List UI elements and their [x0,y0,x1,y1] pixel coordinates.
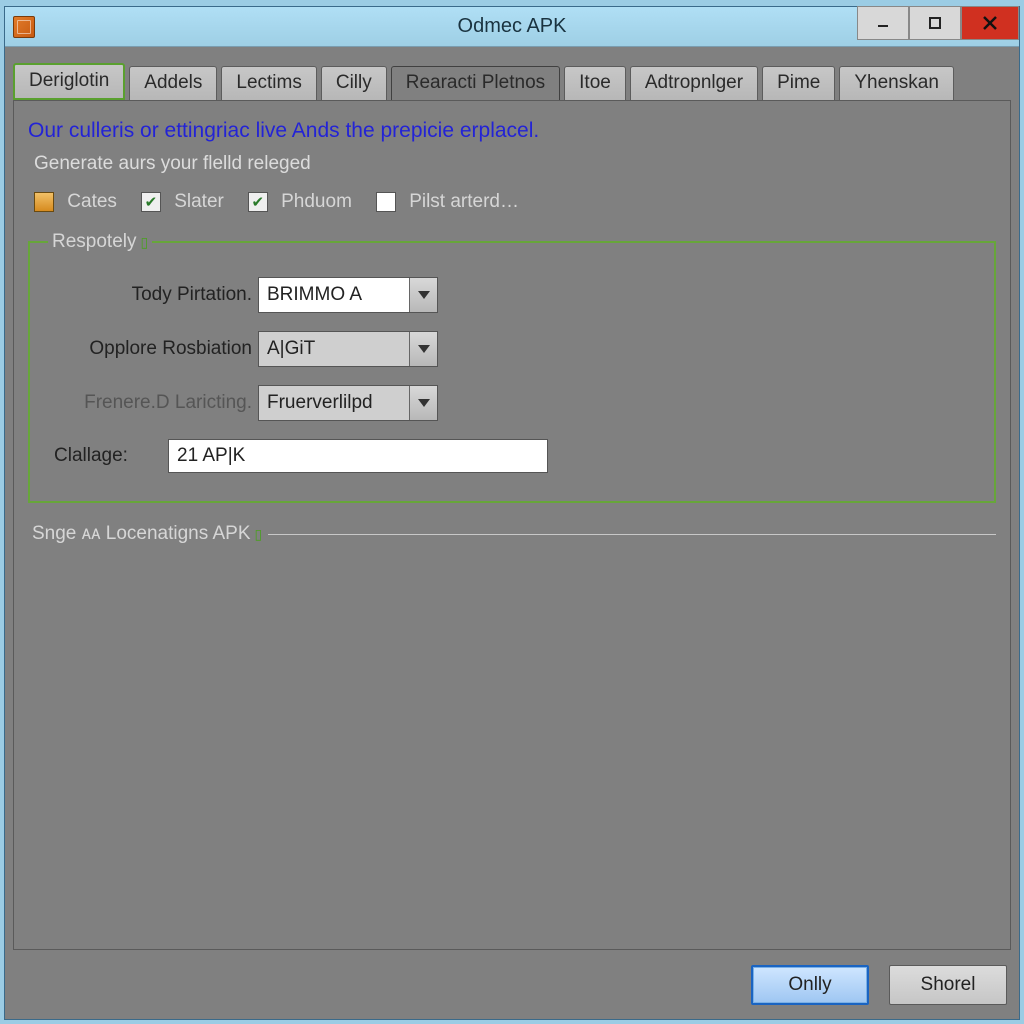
minimize-button[interactable] [857,6,909,40]
tab-addels[interactable]: Addels [129,66,217,100]
info-icon: ▯ [141,234,149,250]
opplore-combo[interactable]: A|GiT [258,331,438,367]
checkbox-icon: ✔ [376,192,396,212]
phduom-item[interactable]: ✔ Phduom [248,191,352,213]
tody-value: BRIMMO A [259,278,409,312]
checkbox-icon: ✔ [248,192,268,212]
respotely-legend: Respotely▯ [48,231,152,253]
clallage-row: Clallage: [48,439,976,473]
chevron-down-icon[interactable] [409,386,437,420]
chevron-down-icon[interactable] [409,278,437,312]
tab-lectims[interactable]: Lectims [221,66,316,100]
window-buttons [857,7,1019,46]
folder-icon [34,192,54,212]
frenere-row: Frenere.D Laricting. Fruerverlilpd [48,385,976,421]
pilst-item[interactable]: ✔ Pilst arterd… [376,191,519,213]
tab-cilly[interactable]: Cilly [321,66,387,100]
footer-buttons: Onlly Shorel [751,965,1007,1005]
pilst-label: Pilst arterd… [409,191,519,212]
chevron-down-icon[interactable] [409,332,437,366]
info-icon: ▯ [255,526,263,542]
opplore-row: Opplore Rosbiation A|GiT [48,331,976,367]
tab-content: Our culleris or ettingriac live Ands the… [13,100,1011,950]
maximize-button[interactable] [909,6,961,40]
tab-adtropnlger[interactable]: Adtropnlger [630,66,758,100]
content-heading: Our culleris or ettingriac live Ands the… [28,119,996,143]
content-subheading: Generate aurs your flelld releged [34,153,996,175]
close-button[interactable] [961,6,1019,40]
shorel-button[interactable]: Shorel [889,965,1007,1005]
app-window: Odmec APK Deriglotin Addels Lectims Cill… [4,6,1020,1020]
tab-rearacti-pletnos[interactable]: Rearacti Pletnos [391,66,560,101]
clallage-label: Clallage: [48,445,168,467]
cates-label: Cates [67,191,117,212]
checkbox-icon: ✔ [141,192,161,212]
tab-itoe[interactable]: Itoe [564,66,626,100]
locations-legend: Snge ᴀᴀ Locenatigns APK▯ [28,523,268,545]
frenere-label: Frenere.D Laricting. [48,392,258,414]
respotely-fieldset: Respotely▯ Tody Pirtation. BRIMMO A Oppl… [28,231,996,503]
cates-item[interactable]: Cates [34,191,117,213]
only-button[interactable]: Onlly [751,965,869,1005]
titlebar: Odmec APK [5,7,1019,47]
frenere-combo[interactable]: Fruerverlilpd [258,385,438,421]
phduom-label: Phduom [281,191,352,212]
tab-pime[interactable]: Pime [762,66,835,100]
tab-deriglotin[interactable]: Deriglotin [13,63,125,100]
tody-combo[interactable]: BRIMMO A [258,277,438,313]
tab-yhenskan[interactable]: Yhenskan [839,66,954,100]
tody-label: Tody Pirtation. [48,284,258,306]
locations-fieldset: Snge ᴀᴀ Locenatigns APK▯ [28,523,996,545]
checkbox-row: Cates ✔ Slater ✔ Phduom ✔ Pilst arterd… [34,191,996,213]
frenere-value: Fruerverlilpd [259,386,409,420]
clallage-input[interactable] [168,439,548,473]
tody-row: Tody Pirtation. BRIMMO A [48,277,976,313]
tab-bar: Deriglotin Addels Lectims Cilly Rearacti… [5,47,1019,100]
slater-item[interactable]: ✔ Slater [141,191,224,213]
opplore-label: Opplore Rosbiation [48,338,258,360]
opplore-value: A|GiT [259,332,409,366]
slater-label: Slater [174,191,224,212]
